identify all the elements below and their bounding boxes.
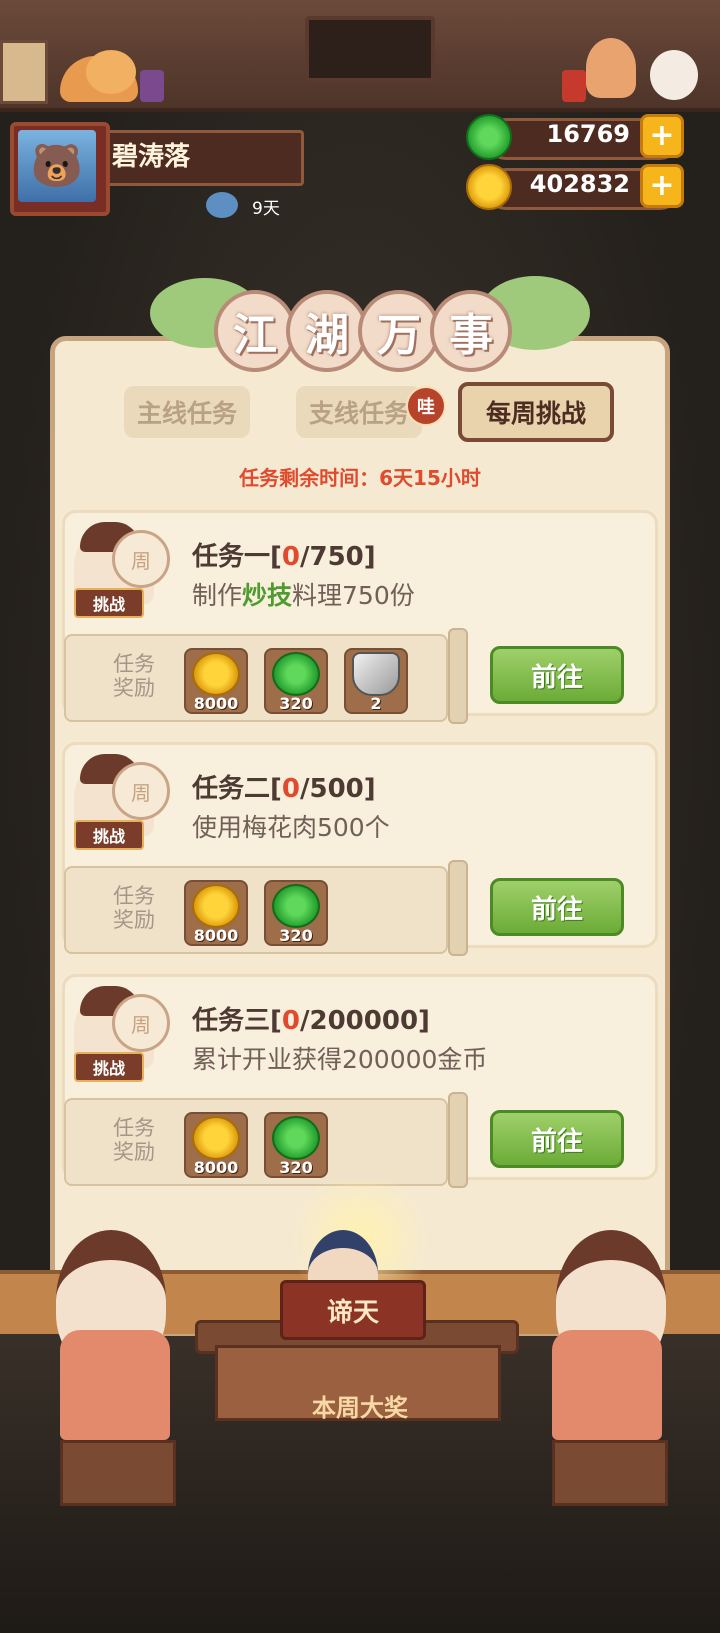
prize-sign[interactable]: 谛天 xyxy=(280,1280,426,1340)
jade-icon xyxy=(272,652,320,696)
coin-icon xyxy=(192,884,240,928)
stool-right xyxy=(552,1440,668,1506)
reward-amount: 320 xyxy=(279,1158,313,1177)
jade-icon xyxy=(272,884,320,928)
go-button[interactable]: 前往 xyxy=(490,646,624,704)
tab-main-quests[interactable]: 主线任务 xyxy=(124,386,250,438)
go-button[interactable]: 前往 xyxy=(490,1110,624,1168)
scroll-end xyxy=(448,628,468,724)
challenge-tag: 挑战 xyxy=(74,820,144,850)
reward-amount: 8000 xyxy=(193,926,239,945)
reward-amount: 8000 xyxy=(193,694,239,713)
reward-label: 任务 奖励 xyxy=(113,884,155,932)
panel-title-char-3: 万 xyxy=(358,290,440,372)
weekly-coin-icon: 周 xyxy=(112,762,170,820)
task-title: 任务一[0/750] xyxy=(192,542,376,572)
panel-title-char-4: 事 xyxy=(430,290,512,372)
reward-amount: 320 xyxy=(279,926,313,945)
streak-icon xyxy=(206,192,238,218)
task-description: 累计开业获得200000金币 xyxy=(192,1045,488,1074)
coin-icon xyxy=(192,1116,240,1160)
player-name: 碧涛落 xyxy=(112,142,191,172)
task-description: 使用梅花肉500个 xyxy=(192,813,390,842)
challenge-tag: 挑战 xyxy=(74,588,144,618)
weekly-coin-icon: 周 xyxy=(112,994,170,1052)
coin-amount: 402832 xyxy=(529,170,630,198)
hanging-frame-decoration xyxy=(305,16,435,82)
stool-left xyxy=(60,1440,176,1506)
task-title: 任务三[0/200000] xyxy=(192,1006,430,1036)
tab-new-badge: 哇 xyxy=(406,386,446,426)
reward-label: 任务 奖励 xyxy=(113,652,155,700)
rice-ball-icon xyxy=(352,652,400,696)
red-jar-decoration xyxy=(562,70,586,102)
scroll-end xyxy=(448,1092,468,1188)
task-description: 制作炒技料理750份 xyxy=(192,581,415,610)
add-jade-button[interactable]: + xyxy=(640,114,684,158)
add-coin-button[interactable]: + xyxy=(640,164,684,208)
purple-jar-decoration xyxy=(140,70,164,102)
scroll-end xyxy=(448,860,468,956)
reward-amount: 320 xyxy=(279,694,313,713)
tab-weekly-challenge[interactable]: 每周挑战 xyxy=(458,382,614,442)
cat-head-decoration xyxy=(86,50,136,94)
weekly-prize-label: 本周大奖 xyxy=(312,1394,408,1422)
time-remaining: 任务剩余时间：6天15小时 xyxy=(239,466,481,490)
reward-amount: 2 xyxy=(370,694,382,713)
reward-label: 任务 奖励 xyxy=(113,1116,155,1164)
girl-body-left xyxy=(60,1330,170,1440)
days-count: 9天 xyxy=(252,199,280,219)
weekly-coin-icon: 周 xyxy=(112,530,170,588)
character-decoration xyxy=(586,38,636,98)
panel-title-char-1: 江 xyxy=(214,290,296,372)
challenge-tag: 挑战 xyxy=(74,1052,144,1082)
coin-icon xyxy=(192,652,240,696)
paw-box-decoration xyxy=(0,40,48,104)
tab-side-quests[interactable]: 支线任务 xyxy=(296,386,422,438)
go-button[interactable]: 前往 xyxy=(490,878,624,936)
reward-amount: 8000 xyxy=(193,1158,239,1177)
jade-amount: 16769 xyxy=(546,120,631,148)
task-title: 任务二[0/500] xyxy=(192,774,376,804)
cat-decoration xyxy=(650,50,698,100)
avatar[interactable]: 🐻 xyxy=(18,130,96,202)
jade-icon xyxy=(272,1116,320,1160)
panel-title-char-2: 湖 xyxy=(286,290,368,372)
girl-body-right xyxy=(552,1330,662,1440)
